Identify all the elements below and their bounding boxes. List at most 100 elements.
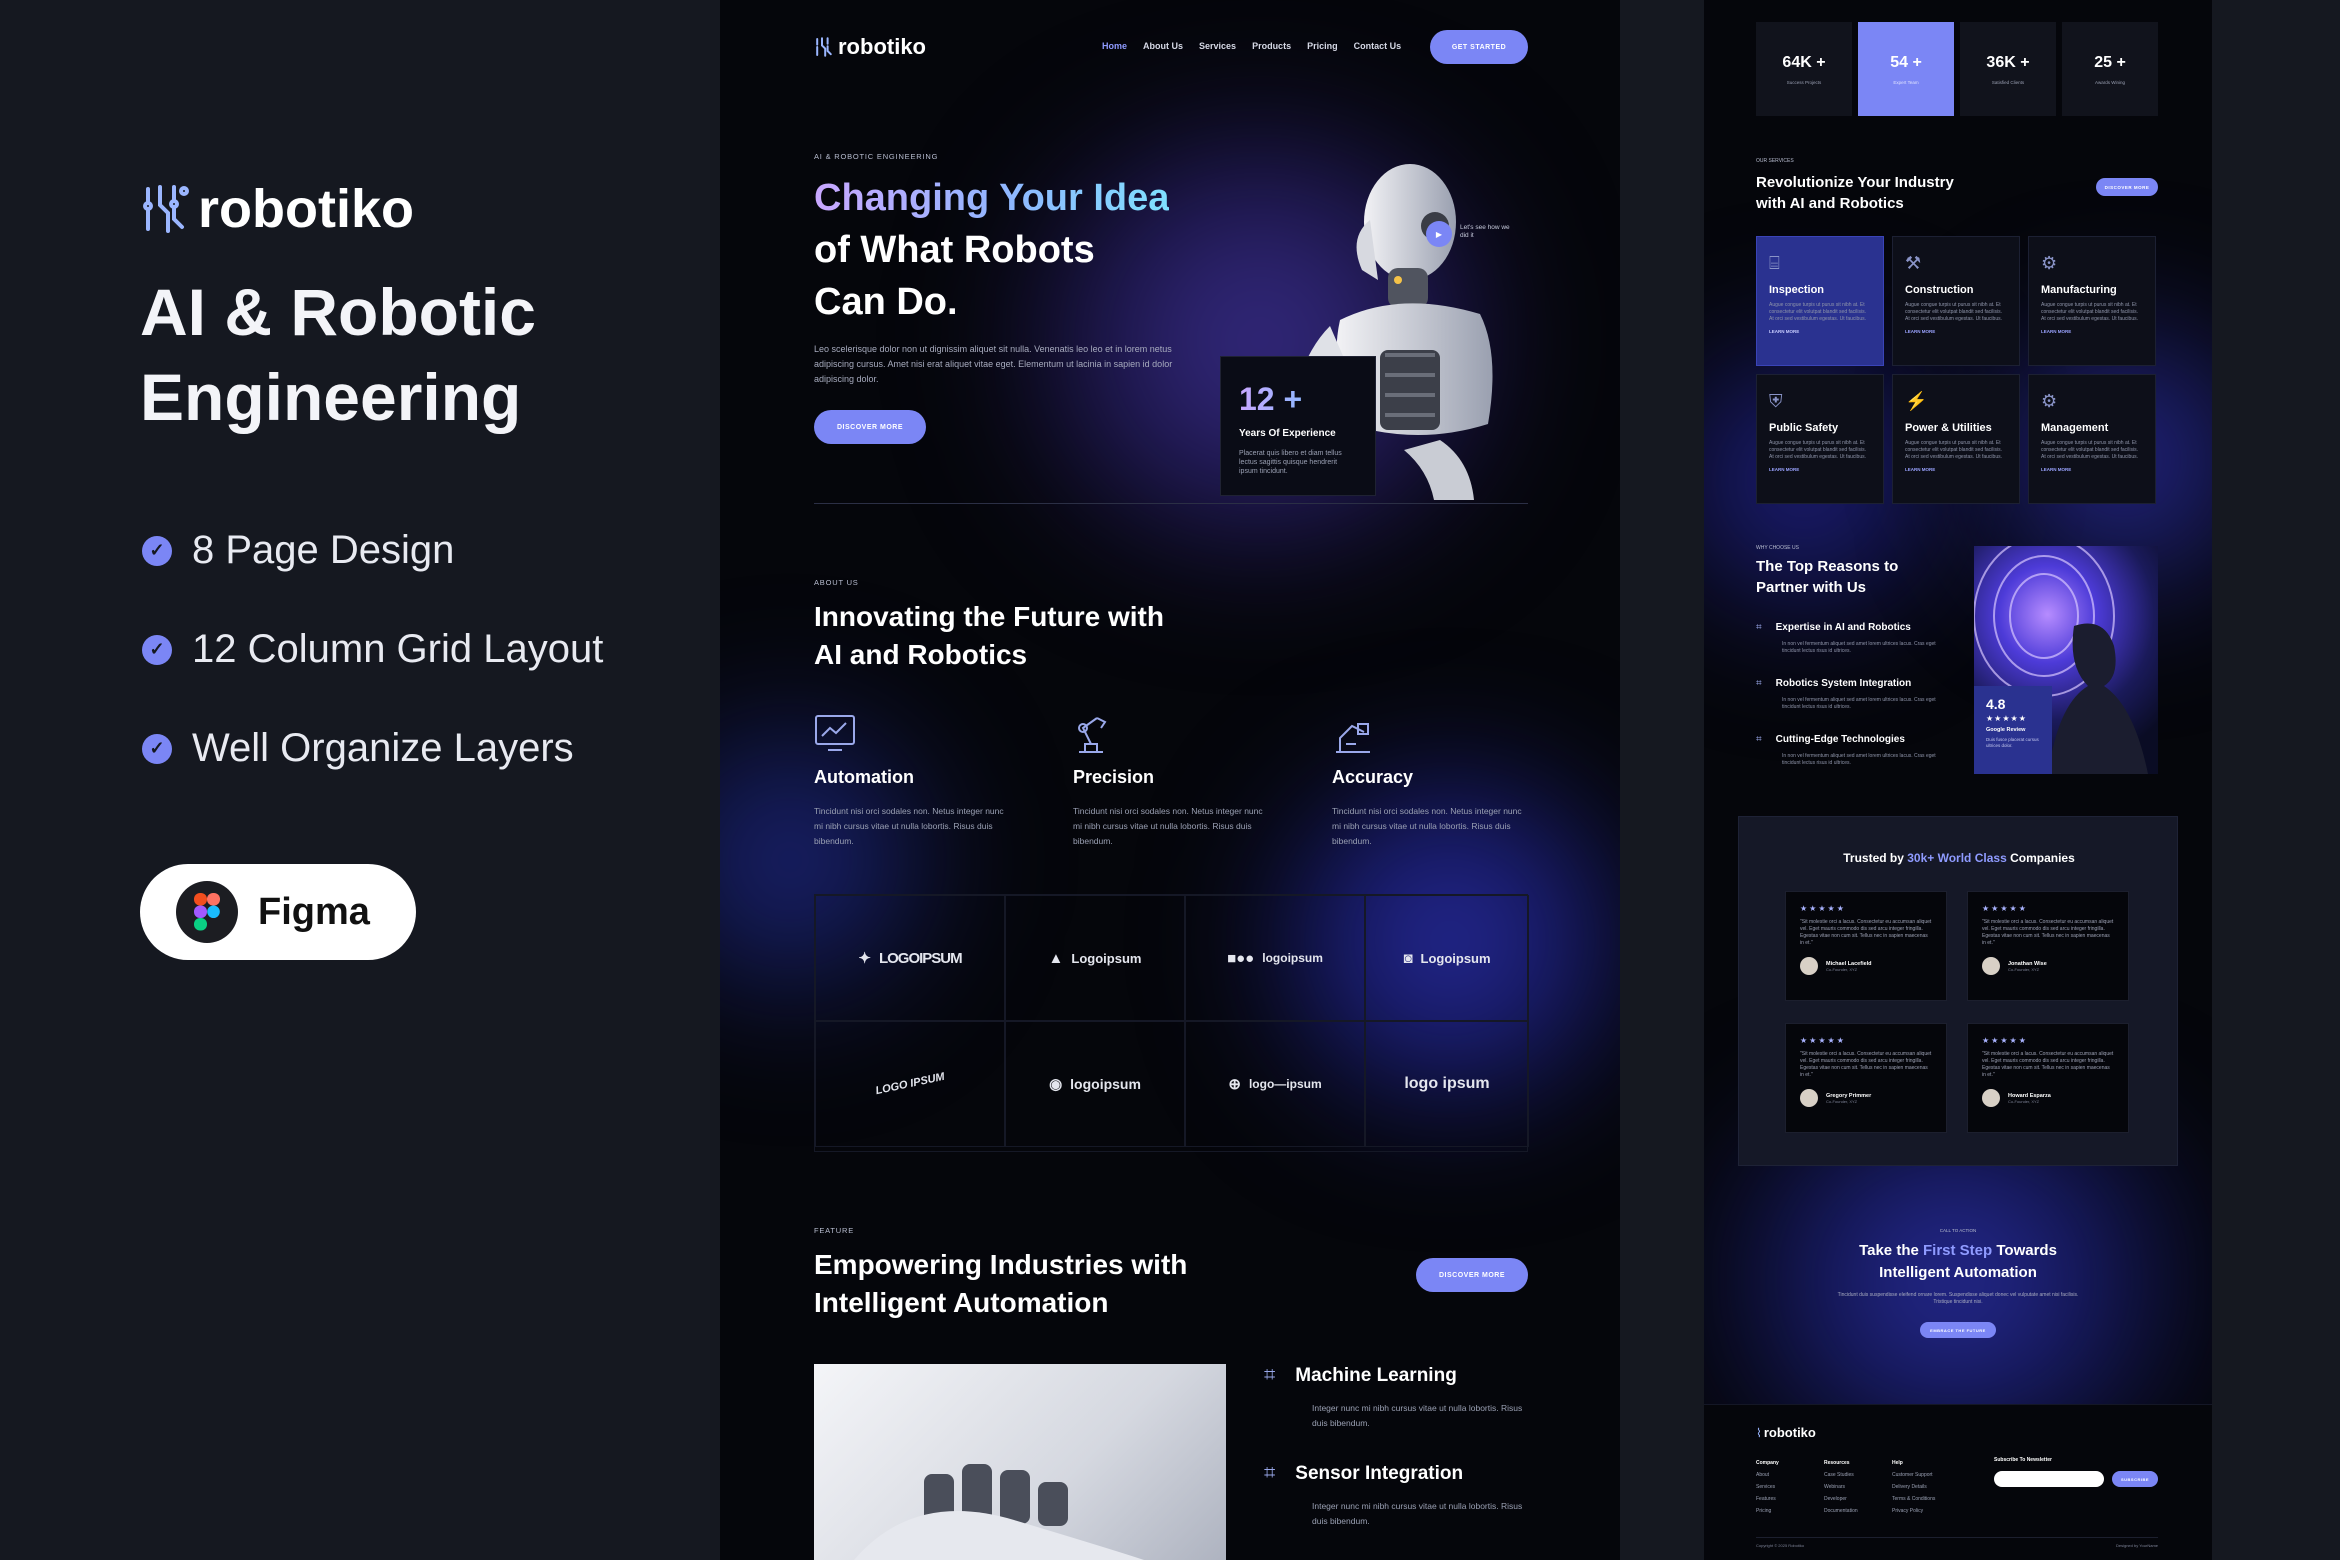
service-card[interactable]: ⚒ Construction Augue congue turpis ut puru… [1892, 236, 2020, 366]
subscribe-button[interactable]: SUBSCRIBE [2112, 1471, 2158, 1487]
partner-logo: logo ipsum [1365, 1021, 1529, 1147]
learn-more-link[interactable]: LEARN MORE [1905, 467, 2007, 472]
feature-item: ⌗ Machine Learning Integer nunc mi nibh c… [1264, 1364, 1524, 1431]
stat-number: 64K + [1782, 53, 1826, 71]
nav-services[interactable]: Services [1199, 41, 1236, 51]
footer-col: Company About Services Features Pricing [1756, 1457, 1779, 1517]
experience-card: 12 + Years Of Experience Placerat quis l… [1220, 356, 1376, 496]
footer-link[interactable]: Case Studies [1824, 1469, 1858, 1481]
hero-description: Leo scelerisque dolor non ut dignissim a… [814, 344, 1173, 384]
play-video-button[interactable]: ▶ [1426, 221, 1452, 247]
feature-discover-button[interactable]: DISCOVER MORE [1416, 1258, 1528, 1292]
robot-circuit-icon: ⌇ [1756, 1425, 1762, 1440]
partner-logo: LOGO IPSUM [815, 1021, 1005, 1147]
testimonial-card: ★★★★★ "Sit molestie orci a lacus. Consect… [1785, 1023, 1947, 1133]
avatar [1800, 957, 1818, 975]
footer-link[interactable]: Customer Support [1892, 1469, 1935, 1481]
about-item-desc: Tincidunt nisi orci sodales non. Netus i… [1332, 806, 1522, 846]
feature-item-desc: Integer nunc mi nibh cursus vitae ut nul… [1312, 1501, 1523, 1526]
about-item-title: Automation [814, 767, 914, 787]
about-item: Automation Tincidunt nisi orci sodales n… [814, 714, 1014, 849]
about-item-title: Precision [1073, 767, 1155, 787]
landing-page-preview: robotiko Home About Us Services Products… [720, 0, 1620, 1560]
figma-label: Figma [258, 890, 370, 933]
promo-feature: ✓ 8 Page Design [142, 528, 603, 573]
service-card[interactable]: ⌸ Inspection Augue congue turpis ut purus … [1756, 236, 1884, 366]
why-title-line1: The Top Reasons to [1756, 558, 1899, 575]
embrace-future-button[interactable]: EMBRACE THE FUTURE [1920, 1322, 1996, 1338]
services-title: Revolutionize Your Industry with AI and … [1756, 172, 1954, 214]
learn-more-link[interactable]: LEARN MORE [1769, 329, 1871, 334]
footer-link[interactable]: Services [1756, 1481, 1779, 1493]
footer-link[interactable]: Developer [1824, 1493, 1858, 1505]
footer-link[interactable]: Delivery Details [1892, 1481, 1935, 1493]
promo-feature: ✓ 12 Column Grid Layout [142, 627, 603, 672]
nav-home[interactable]: Home [1102, 41, 1127, 51]
figma-icon [176, 881, 238, 943]
about-item: Accuracy Tincidunt nisi orci sodales non… [1332, 714, 1532, 849]
footer-link[interactable]: Privacy Policy [1892, 1505, 1935, 1517]
learn-more-link[interactable]: LEARN MORE [2041, 329, 2143, 334]
feature-eyebrow: FEATURE [814, 1226, 855, 1235]
footer-col: Resources Case Studies Webinars Developer Do… [1824, 1457, 1858, 1517]
robot-circuit-icon [143, 185, 189, 233]
footer-divider [1756, 1537, 2158, 1538]
services-title-line2: with AI and Robotics [1756, 195, 1904, 212]
service-card[interactable]: ⚙ Management Augue congue turpis ut purus … [2028, 374, 2156, 504]
footer-link[interactable]: Pricing [1756, 1505, 1779, 1517]
nav-products[interactable]: Products [1252, 41, 1291, 51]
learn-more-link[interactable]: LEARN MORE [2041, 467, 2143, 472]
rating-value: 4.8 [1986, 696, 2006, 712]
why-item: ⌗ Robotics System Integration In non vel … [1756, 678, 1936, 710]
designed-by: Designed by YourName [2115, 1543, 2158, 1548]
power-icon: ⚡ [1905, 391, 1928, 411]
main-nav: Home About Us Services Products Pricing … [1102, 41, 1401, 51]
newsletter-email-input[interactable] [1994, 1471, 2104, 1487]
footer-link[interactable]: About [1756, 1469, 1779, 1481]
hero-eyebrow: AI & ROBOTIC ENGINEERING [814, 152, 939, 161]
about-item: Precision Tincidunt nisi orci sodales no… [1073, 714, 1273, 849]
manufacturing-icon: ⚙ [2041, 253, 2058, 273]
partner-logo: ⊕ logo—ipsum [1185, 1021, 1365, 1147]
experience-number: 12 + [1239, 381, 1357, 418]
about-title-line2: AI and Robotics [814, 639, 1028, 670]
footer-link[interactable]: Terms & Conditions [1892, 1493, 1935, 1505]
cpu-icon: ⌗ [1756, 678, 1762, 689]
get-started-button[interactable]: GET STARTED [1430, 30, 1528, 64]
footer-link[interactable]: Features [1756, 1493, 1779, 1505]
learn-more-link[interactable]: LEARN MORE [1769, 467, 1871, 472]
about-item-title: Accuracy [1332, 767, 1414, 787]
hero-title-line3: Can Do. [814, 281, 958, 323]
figma-badge[interactable]: Figma [140, 864, 416, 960]
site-logo[interactable]: robotiko [814, 34, 926, 60]
experience-title: Years Of Experience [1239, 428, 1336, 439]
feature-item-desc: Integer nunc mi nibh cursus vitae ut nul… [1312, 1403, 1523, 1428]
monitor-chart-icon [815, 715, 855, 751]
testimonial-card: ★★★★★ "Sit molestie orci a lacus. Consect… [1967, 1023, 2129, 1133]
learn-more-link[interactable]: LEARN MORE [1905, 329, 2007, 334]
experience-desc: Placerat quis libero et diam tellus lect… [1239, 450, 1342, 475]
nav-contact[interactable]: Contact Us [1354, 41, 1402, 51]
hero-discover-button[interactable]: DISCOVER MORE [814, 410, 926, 444]
hero-title-line2: of What Robots [814, 229, 1095, 271]
footer-logo[interactable]: ⌇ robotiko [1756, 1425, 1816, 1440]
construction-icon: ⚒ [1905, 253, 1922, 273]
avatar [1982, 1089, 2000, 1107]
footer-link[interactable]: Documentation [1824, 1505, 1858, 1517]
about-title-line1: Innovating the Future with [814, 601, 1164, 632]
partner-logo: ■●● logoipsum [1185, 895, 1365, 1021]
footer-link[interactable]: Webinars [1824, 1481, 1858, 1493]
service-card[interactable]: ⚡ Power & Utilities Augue congue turpis ut… [1892, 374, 2020, 504]
nav-pricing[interactable]: Pricing [1307, 41, 1338, 51]
promo-feature: ✓ Well Organize Layers [142, 726, 603, 771]
nav-about[interactable]: About Us [1143, 41, 1183, 51]
cpu-icon: ⌗ [1756, 622, 1762, 633]
management-icon: ⚙ [2041, 391, 2058, 411]
service-card[interactable]: ⚙ Manufacturing Augue congue turpis ut pur… [2028, 236, 2156, 366]
services-discover-button[interactable]: DISCOVER MORE [2096, 178, 2158, 196]
sparkle-logo-icon: ✦ [858, 950, 871, 967]
service-card[interactable]: ⛨ Public Safety Augue congue turpis ut pur… [1756, 374, 1884, 504]
avatar [1982, 957, 2000, 975]
stat-card: 25 + Awards Wining [2062, 22, 2158, 116]
ring-logo-icon: ◉ [1049, 1076, 1063, 1093]
